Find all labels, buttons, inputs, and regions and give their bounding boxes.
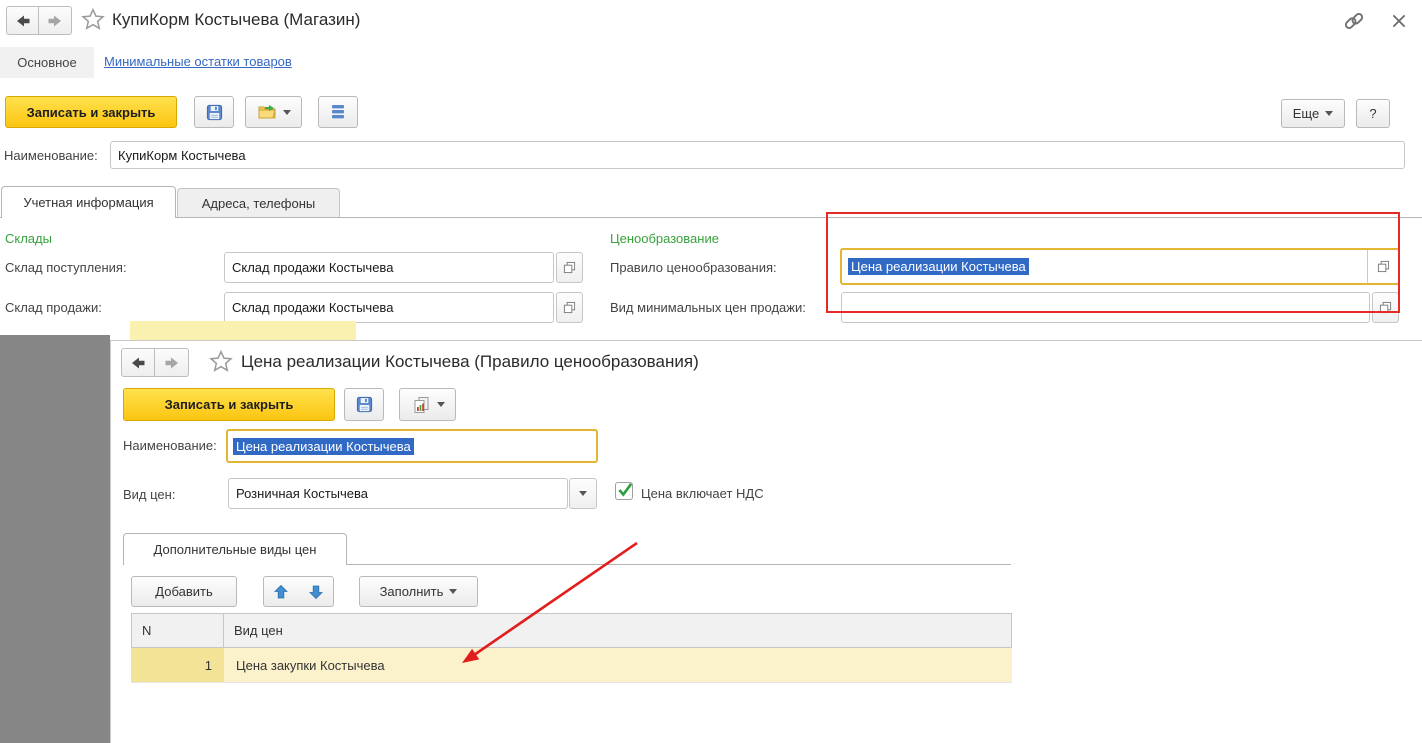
back-arrow-icon xyxy=(14,12,32,30)
receipt-warehouse-label: Склад поступления: xyxy=(5,260,127,275)
vat-checkbox[interactable] xyxy=(615,482,633,500)
choose-icon xyxy=(563,301,576,314)
dropdown-caret-icon xyxy=(283,110,291,115)
save-and-close-button[interactable]: Записать и закрыть xyxy=(123,388,335,421)
choose-icon xyxy=(563,261,576,274)
save-and-close-label: Записать и закрыть xyxy=(27,105,156,120)
back-button[interactable] xyxy=(121,348,155,377)
list-stack-icon xyxy=(330,103,346,121)
dropdown-caret-icon xyxy=(579,491,587,496)
save-button[interactable] xyxy=(194,96,234,128)
col-header-n-label: N xyxy=(142,623,151,638)
shop-name-input[interactable]: КупиКорм Костычева xyxy=(110,141,1405,169)
tab-additional-price-kinds-label: Дополнительные виды цен xyxy=(154,542,317,557)
sales-warehouse-label: Склад продажи: xyxy=(5,300,102,315)
pricing-rule-window: Цена реализации Костычева (Правило ценоо… xyxy=(110,340,1422,743)
save-icon xyxy=(205,103,224,122)
tab-additional-price-kinds[interactable]: Дополнительные виды цен xyxy=(123,533,347,565)
col-header-n[interactable]: N xyxy=(132,614,224,647)
add-row-button[interactable]: Добавить xyxy=(131,576,237,607)
move-up-button[interactable] xyxy=(263,576,299,607)
col-header-price-kind-label: Вид цен xyxy=(234,623,283,638)
help-label: ? xyxy=(1369,106,1376,121)
price-kind-value: Розничная Костычева xyxy=(236,486,368,501)
tab-account-info-label: Учетная информация xyxy=(23,195,153,210)
copy-link-icon[interactable] xyxy=(1342,10,1366,32)
nav-tab-main-label: Основное xyxy=(17,55,77,70)
pricing-section-title: Ценообразование xyxy=(610,231,719,246)
favorite-star-icon[interactable] xyxy=(80,7,106,33)
price-kind-input[interactable]: Розничная Костычева xyxy=(228,478,568,509)
tab-account-info[interactable]: Учетная информация xyxy=(1,186,176,218)
rule-name-input[interactable]: Цена реализации Костычева xyxy=(226,429,598,463)
tab-addresses-label: Адреса, телефоны xyxy=(202,196,316,211)
more-label: Еще xyxy=(1293,106,1319,121)
nav-tab-min-stock[interactable]: Минимальные остатки товаров xyxy=(104,54,292,69)
dropdown-caret-icon xyxy=(449,589,457,594)
price-kinds-table: N Вид цен 1 Цена закупки Костычева xyxy=(131,613,1012,723)
back-arrow-icon xyxy=(129,354,147,372)
save-and-close-label: Записать и закрыть xyxy=(165,397,294,412)
receipt-warehouse-value: Склад продажи Костычева xyxy=(232,260,393,275)
warehouses-section-title: Склады xyxy=(5,231,52,246)
registers-button[interactable] xyxy=(318,96,358,128)
move-down-button[interactable] xyxy=(298,576,334,607)
cell-n-value: 1 xyxy=(205,658,212,673)
sales-warehouse-input[interactable]: Склад продажи Костычева xyxy=(224,292,554,323)
shop-name-label: Наименование: xyxy=(4,148,98,163)
save-and-close-button[interactable]: Записать и закрыть xyxy=(5,96,177,128)
nav-tab-main[interactable]: Основное xyxy=(0,47,94,78)
shop-window-title: КупиКорм Костычева (Магазин) xyxy=(112,10,360,30)
create-based-on-button[interactable] xyxy=(245,96,302,128)
save-button[interactable] xyxy=(344,388,384,421)
dropdown-caret-icon xyxy=(1325,111,1333,116)
more-button[interactable]: Еще xyxy=(1281,99,1345,128)
receipt-warehouse-choose-button[interactable] xyxy=(556,252,583,283)
forward-arrow-icon xyxy=(46,12,64,30)
table-row[interactable]: 1 Цена закупки Костычева xyxy=(131,648,1012,683)
rule-name-label: Наименование: xyxy=(123,438,217,453)
cell-price-kind[interactable]: Цена закупки Костычева xyxy=(224,648,1012,682)
fill-button[interactable]: Заполнить xyxy=(359,576,478,607)
vat-checkbox-label[interactable]: Цена включает НДС xyxy=(641,486,764,501)
table-header-row: N Вид цен xyxy=(131,613,1012,648)
tab-addresses[interactable]: Адреса, телефоны xyxy=(177,188,340,218)
help-button[interactable]: ? xyxy=(1356,99,1390,128)
back-button[interactable] xyxy=(6,6,39,35)
pricing-rule-window-title: Цена реализации Костычева (Правило ценоо… xyxy=(241,352,699,372)
col-header-price-kind[interactable]: Вид цен xyxy=(224,614,1011,647)
save-icon xyxy=(355,395,374,414)
forward-arrow-icon xyxy=(163,354,181,372)
add-row-label: Добавить xyxy=(155,584,212,599)
pricing-rule-label: Правило ценообразования: xyxy=(610,260,777,275)
down-arrow-icon xyxy=(308,584,324,600)
annotation-rectangle xyxy=(826,212,1400,313)
forward-button[interactable] xyxy=(39,6,72,35)
price-kind-dropdown-button[interactable] xyxy=(569,478,597,509)
reports-button[interactable] xyxy=(399,388,456,421)
checkmark-icon xyxy=(616,481,634,499)
dropdown-caret-icon xyxy=(437,402,445,407)
favorite-star-icon[interactable] xyxy=(208,349,234,375)
shop-name-value: КупиКорм Костычева xyxy=(118,148,246,163)
screen: КупиКорм Костычева (Магазин) Основное Ми… xyxy=(0,0,1422,743)
forward-button[interactable] xyxy=(155,348,189,377)
sales-warehouse-value: Склад продажи Костычева xyxy=(232,300,393,315)
up-arrow-icon xyxy=(273,584,289,600)
close-icon[interactable] xyxy=(1390,12,1408,30)
report-pages-icon xyxy=(411,395,431,415)
cell-n[interactable]: 1 xyxy=(131,648,224,682)
sales-warehouse-choose-button[interactable] xyxy=(556,292,583,323)
min-price-kind-label: Вид минимальных цен продажи: xyxy=(610,300,806,315)
rule-name-value: Цена реализации Костычева xyxy=(233,438,414,455)
open-folder-icon xyxy=(257,103,277,121)
clipped-highlight-strip xyxy=(130,321,356,341)
fill-label: Заполнить xyxy=(380,584,444,599)
backdrop xyxy=(0,335,110,743)
cell-price-kind-value: Цена закупки Костычева xyxy=(236,658,385,673)
price-kind-label: Вид цен: xyxy=(123,487,175,502)
receipt-warehouse-input[interactable]: Склад продажи Костычева xyxy=(224,252,554,283)
